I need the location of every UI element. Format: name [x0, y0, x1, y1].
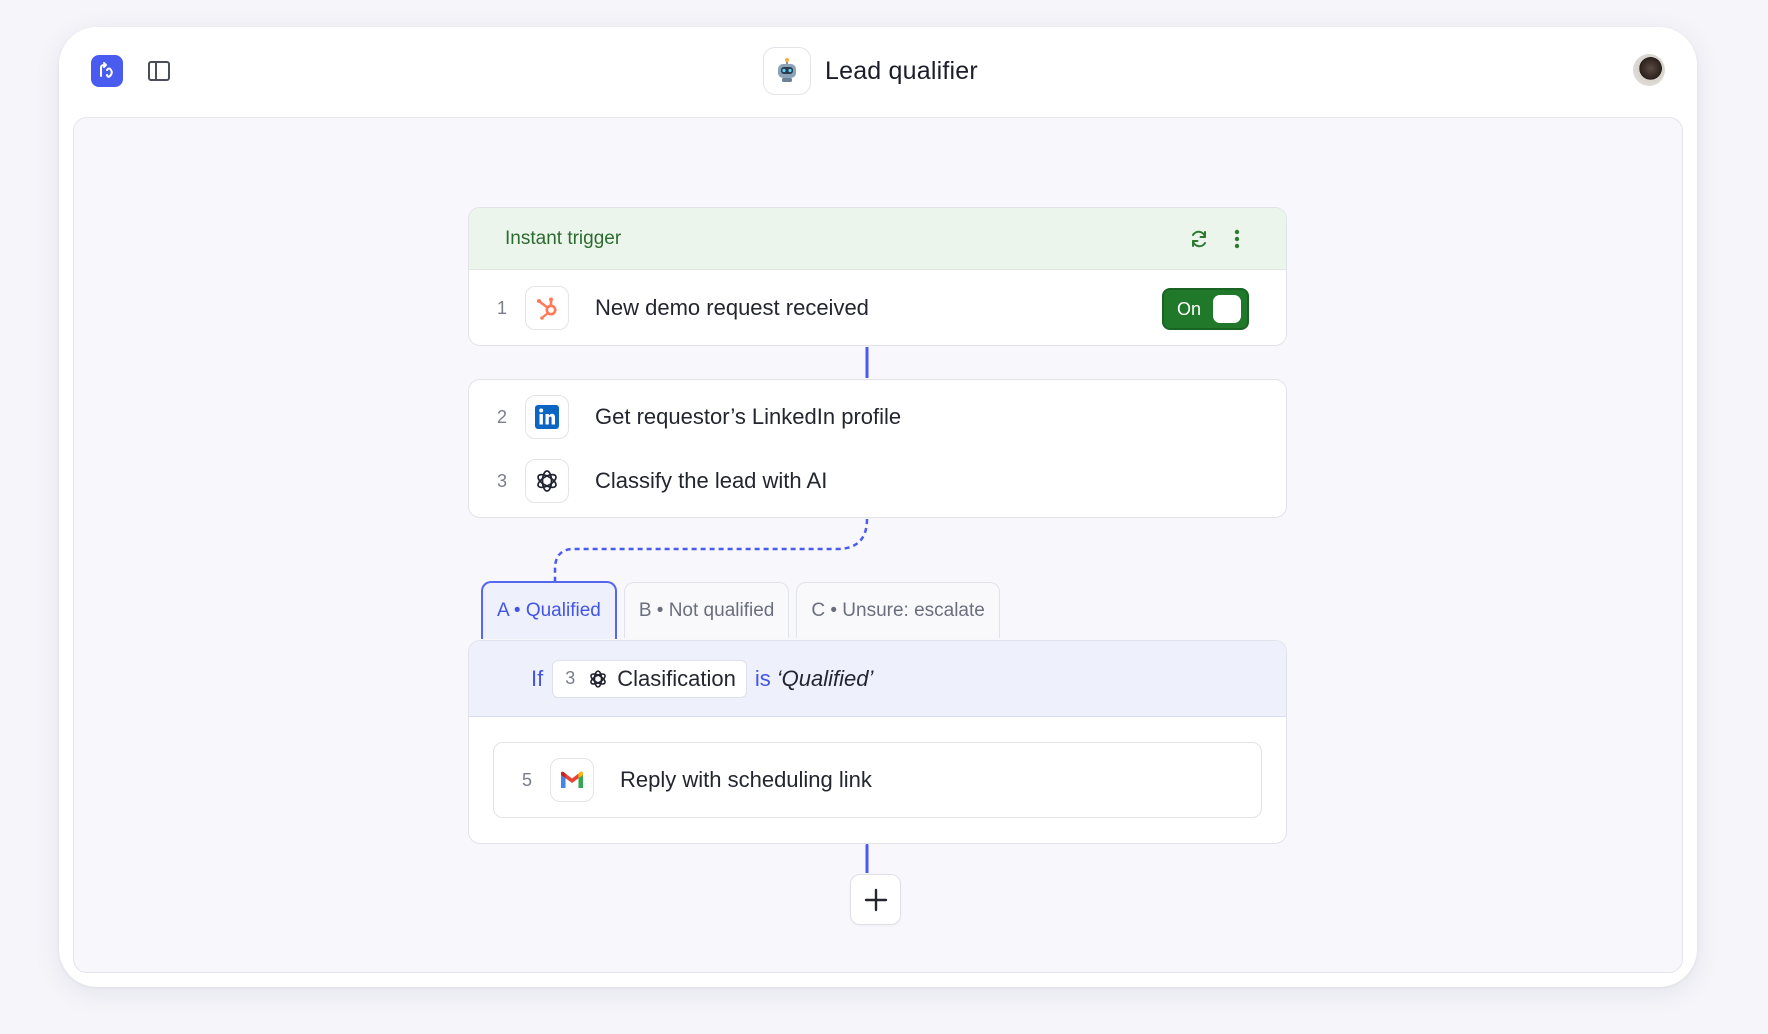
tab-unsure-escalate[interactable]: C • Unsure: escalate [796, 582, 1000, 638]
trigger-header: Instant trigger [469, 208, 1286, 270]
branch-tabs: A • Qualified B • Not qualified C • Unsu… [481, 581, 1007, 639]
condition-bar[interactable]: If 3 Clasification is ‘Qualified’ [469, 641, 1286, 717]
step-row-3[interactable]: 3 Classify the lead with AI [469, 449, 1286, 513]
robot-icon[interactable] [763, 47, 811, 95]
workflow-title-area: Lead qualifier [763, 46, 978, 96]
step-row-5[interactable]: 5 Reply with scheduling link [493, 742, 1262, 818]
condition-variable-chip[interactable]: 3 Clasification [552, 659, 747, 698]
app-window: Lead qualifier Instant trigger 1 New dem… [59, 27, 1697, 987]
openai-icon [525, 459, 569, 503]
more-vertical-icon[interactable] [1224, 226, 1250, 252]
app-logo-icon[interactable] [91, 55, 123, 87]
toggle-knob [1213, 295, 1241, 323]
step-number: 3 [496, 470, 507, 491]
step-row-1[interactable]: 1 New demo request received On [469, 270, 1286, 345]
step-row-2[interactable]: 2 Get requestor’s LinkedIn profile [469, 385, 1286, 449]
step-label: Classify the lead with AI [595, 468, 828, 493]
sidebar-toggle-icon[interactable] [146, 58, 172, 84]
hubspot-icon [525, 286, 569, 330]
plus-icon [864, 888, 887, 911]
user-avatar[interactable] [1633, 54, 1665, 86]
step-label: Get requestor’s LinkedIn profile [595, 404, 902, 429]
step-number: 5 [521, 769, 532, 790]
step-number: 2 [496, 406, 507, 427]
chip-label: Clasification [617, 665, 736, 691]
refresh-icon[interactable] [1186, 226, 1212, 252]
linkedin-icon [525, 395, 569, 439]
steps-card: 2 Get requestor’s LinkedIn profile 3 Cla… [468, 379, 1287, 518]
branch-card: If 3 Clasification is ‘Qualified’ 5 Repl… [468, 640, 1287, 844]
trigger-on-toggle[interactable]: On [1162, 288, 1249, 330]
step-label: Reply with scheduling link [620, 767, 872, 792]
toggle-label: On [1177, 299, 1202, 319]
gmail-icon [550, 758, 594, 802]
trigger-header-label: Instant trigger [505, 227, 622, 249]
step-number: 1 [496, 297, 507, 318]
condition-if-label: If [531, 665, 544, 691]
tab-qualified[interactable]: A • Qualified [481, 581, 617, 639]
trigger-card[interactable]: Instant trigger 1 New demo request recei… [468, 207, 1287, 346]
step-label: New demo request received [595, 295, 869, 320]
tab-not-qualified[interactable]: B • Not qualified [623, 582, 790, 638]
page-title[interactable]: Lead qualifier [825, 57, 978, 86]
condition-value[interactable]: ‘Qualified’ [777, 666, 874, 692]
chip-step-number: 3 [565, 668, 576, 688]
openai-icon [587, 668, 609, 690]
workflow-canvas: Instant trigger 1 New demo request recei… [73, 117, 1683, 973]
condition-operator: is [754, 665, 771, 691]
add-step-button[interactable] [850, 874, 901, 925]
